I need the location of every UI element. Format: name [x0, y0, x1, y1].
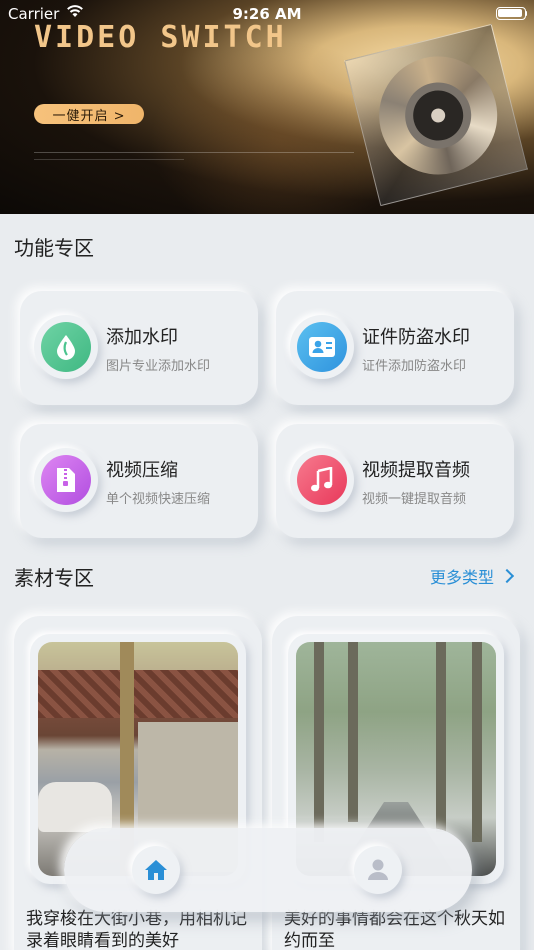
feature-title: 证件防盗水印 — [362, 327, 470, 348]
more-types-link[interactable]: 更多类型 — [429, 564, 515, 588]
material-caption: 我穿梭在大街小巷，用相机记录着眼睛看到的美好 — [26, 909, 247, 950]
banner-divider — [34, 152, 354, 153]
home-icon — [145, 860, 167, 880]
status-bar: Carrier 9:26 AM — [0, 0, 534, 28]
clock: 9:26 AM — [232, 5, 302, 23]
id-watermark-card[interactable]: 证件防盗水印 证件添加防盗水印 — [276, 291, 514, 405]
home-tab[interactable] — [132, 846, 180, 894]
materials-section-title: 素材专区 — [14, 566, 94, 590]
feature-subtitle: 单个视频快速压缩 — [106, 492, 211, 507]
feature-subtitle: 图片专业添加水印 — [106, 359, 211, 374]
one-key-start-button[interactable]: 一健开启 > — [34, 104, 144, 124]
features-section-title: 功能专区 — [14, 236, 94, 260]
battery-icon — [496, 7, 527, 20]
more-types-label: 更多类型 — [429, 568, 494, 587]
music-note-icon — [297, 455, 347, 505]
hero-banner[interactable]: VIDEO SWITCH 一健开启 > — [0, 0, 534, 214]
id-card-icon — [297, 322, 347, 372]
feature-title: 视频提取音频 — [362, 460, 470, 481]
feature-title: 添加水印 — [106, 327, 178, 348]
feature-subtitle: 证件添加防盗水印 — [362, 359, 467, 374]
bottom-tab-bar — [64, 828, 472, 912]
add-watermark-card[interactable]: 添加水印 图片专业添加水印 — [20, 291, 258, 405]
chevron-right-icon — [499, 568, 515, 584]
feature-subtitle: 视频一键提取音频 — [362, 492, 467, 507]
banner-divider-short — [34, 159, 184, 160]
video-compress-card[interactable]: 视频压缩 单个视频快速压缩 — [20, 424, 258, 538]
zip-file-icon — [41, 455, 91, 505]
material-caption: 美好的事情都会在这个秋天如约而至 — [284, 909, 505, 950]
feature-title: 视频压缩 — [106, 460, 178, 481]
extract-audio-card[interactable]: 视频提取音频 视频一键提取音频 — [276, 424, 514, 538]
profile-tab[interactable] — [354, 846, 402, 894]
profile-icon — [368, 859, 388, 880]
droplet-icon — [41, 322, 91, 372]
